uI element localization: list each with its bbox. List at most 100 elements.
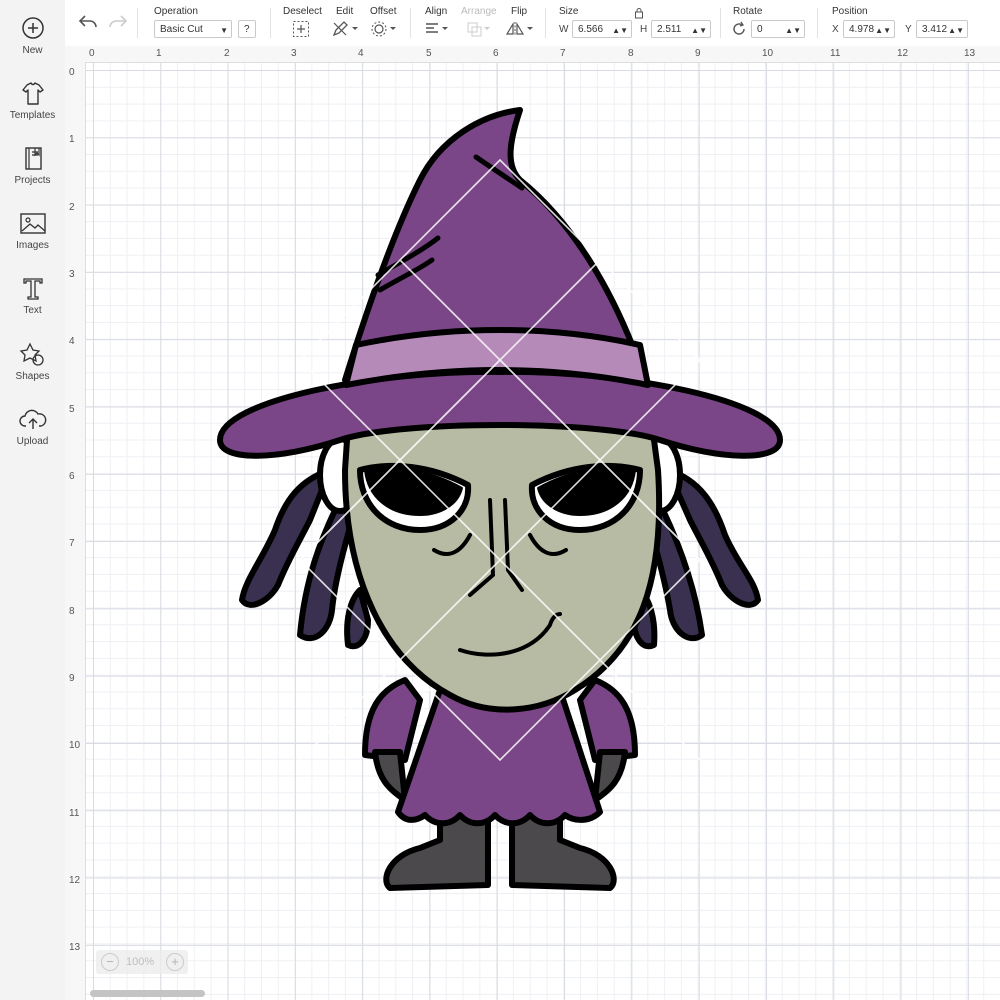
zoom-out-button[interactable]: −	[101, 953, 119, 971]
stepper-icon: ▲▼	[612, 26, 628, 35]
align-icon[interactable]	[423, 20, 451, 38]
lock-icon[interactable]	[634, 7, 644, 19]
shapes-icon	[19, 342, 44, 366]
top-toolbar: Operation Basic Cut ▼ ? Deselect Edit Of…	[65, 0, 1000, 47]
left-boot	[383, 812, 491, 891]
ruler-tick: 3	[69, 269, 75, 280]
ruler-tick: 3	[291, 48, 297, 59]
width-value: 6.566	[578, 24, 604, 35]
toolbar-separator	[545, 8, 546, 38]
position-x-input[interactable]: 4.978 ▲▼	[843, 20, 895, 38]
sidebar-item-label: Upload	[16, 436, 49, 447]
ruler-tick: 4	[358, 48, 364, 59]
left-sleeve	[362, 677, 423, 763]
ruler-tick: 11	[69, 808, 80, 819]
width-input[interactable]: 6.566 ▲▼	[572, 20, 632, 38]
x-axis-label: X	[832, 24, 839, 35]
deselect-icon[interactable]	[292, 20, 310, 38]
sidebar-item-projects[interactable]: Projects	[0, 144, 65, 206]
arrange-icon[interactable]	[465, 20, 493, 38]
sidebar-item-label: Text	[23, 305, 42, 316]
left-hand	[372, 749, 408, 803]
operation-label: Operation	[154, 6, 198, 17]
sidebar-item-shapes[interactable]: Shapes	[0, 340, 65, 402]
height-axis-label: H	[640, 24, 648, 35]
position-y-value: 3.412	[922, 24, 948, 35]
ruler-tick: 4	[69, 336, 75, 347]
position-y-input[interactable]: 3.412 ▲▼	[916, 20, 968, 38]
zoom-control: − 100% +	[96, 950, 188, 974]
size-label: Size	[559, 6, 579, 17]
witch-design[interactable]	[86, 63, 1000, 1000]
ruler-tick: 13	[964, 48, 976, 59]
left-sidebar: New Templates Projects Images Text Shape…	[0, 0, 66, 1000]
ruler-tick: 0	[89, 48, 95, 59]
ruler-tick: 7	[560, 48, 566, 59]
ruler-tick: 8	[628, 48, 634, 59]
edit-pencil-icon[interactable]	[331, 20, 359, 38]
right-hand	[592, 749, 628, 803]
stepper-icon: ▲▼	[875, 26, 891, 35]
height-value: 2.511	[657, 24, 682, 35]
undo-icon[interactable]	[77, 12, 99, 32]
plus-circle-icon	[21, 17, 44, 39]
operation-select-value: Basic Cut	[160, 24, 203, 35]
sidebar-item-label: New	[22, 45, 43, 56]
sidebar-item-new[interactable]: New	[0, 14, 65, 76]
design-canvas[interactable]	[86, 63, 1000, 1000]
right-boot	[509, 812, 617, 891]
edit-label: Edit	[336, 6, 354, 17]
sidebar-item-text[interactable]: Text	[0, 274, 65, 336]
chevron-down-icon: ▼	[220, 26, 228, 35]
arrange-label: Arrange	[461, 6, 497, 17]
toolbar-separator	[410, 8, 411, 38]
sidebar-item-images[interactable]: Images	[0, 209, 65, 271]
rotate-input[interactable]: 0 ▲▼	[751, 20, 805, 38]
ruler-tick: 0	[69, 67, 75, 78]
right-sleeve	[577, 677, 638, 763]
notebook-icon	[24, 147, 42, 170]
ruler-tick: 6	[69, 471, 75, 482]
rotate-value: 0	[757, 24, 763, 35]
image-icon	[19, 213, 46, 234]
sidebar-item-label: Images	[16, 240, 49, 251]
sidebar-item-label: Projects	[14, 175, 51, 186]
sidebar-item-label: Shapes	[15, 371, 50, 382]
operation-help-button[interactable]: ?	[238, 20, 256, 38]
height-input[interactable]: 2.511 ▲▼	[651, 20, 711, 38]
stepper-icon: ▲▼	[691, 26, 707, 35]
ruler-tick: 8	[69, 606, 75, 617]
zoom-in-button[interactable]: +	[166, 953, 184, 971]
ruler-tick: 7	[69, 538, 75, 549]
position-label: Position	[832, 6, 868, 17]
offset-icon[interactable]	[370, 20, 398, 38]
help-label: ?	[244, 24, 250, 35]
sidebar-item-label: Templates	[9, 110, 56, 121]
width-axis-label: W	[559, 24, 569, 35]
position-x-value: 4.978	[849, 24, 875, 35]
ruler-corner	[65, 46, 85, 62]
ruler-tick: 2	[224, 48, 230, 59]
ruler-tick: 5	[69, 404, 75, 415]
tshirt-icon	[21, 82, 44, 105]
toolbar-separator	[137, 8, 138, 38]
y-axis-label: Y	[905, 24, 912, 35]
ruler-tick: 9	[69, 673, 75, 684]
sidebar-item-templates[interactable]: Templates	[0, 79, 65, 141]
ruler-tick: 13	[69, 942, 81, 953]
horizontal-scrollbar[interactable]	[90, 990, 205, 997]
toolbar-separator	[817, 8, 818, 38]
operation-select[interactable]: Basic Cut ▼	[154, 20, 232, 38]
cloud-upload-icon	[18, 409, 46, 429]
stepper-icon: ▲▼	[785, 26, 801, 35]
ruler-tick: 1	[69, 134, 75, 145]
ruler-tick: 12	[897, 48, 909, 59]
flip-icon[interactable]	[505, 20, 535, 38]
ruler-tick: 11	[830, 48, 841, 59]
sidebar-item-upload[interactable]: Upload	[0, 405, 65, 467]
ruler-tick: 12	[69, 875, 81, 886]
redo-icon[interactable]	[107, 12, 129, 32]
ruler-tick: 9	[695, 48, 701, 59]
toolbar-separator	[270, 8, 271, 38]
ruler-tick: 5	[426, 48, 432, 59]
